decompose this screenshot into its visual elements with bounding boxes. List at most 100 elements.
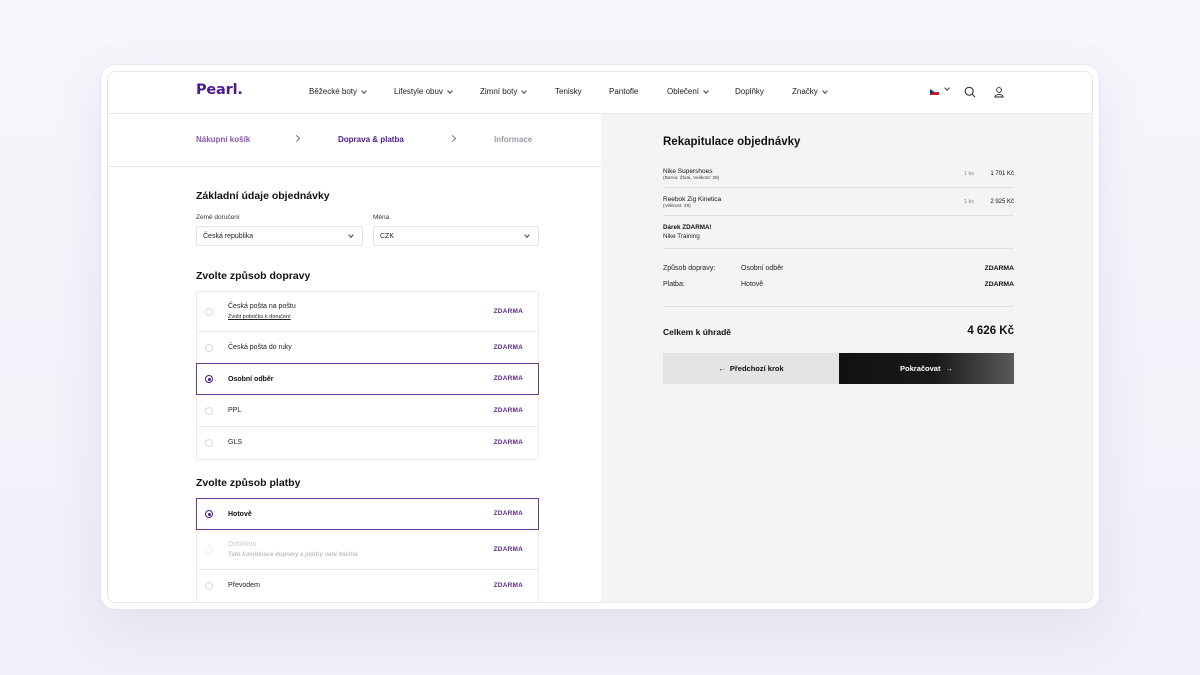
option-label: Převodem: [228, 582, 260, 589]
step-informace: Informace: [494, 135, 533, 144]
item-name: Nike Supershoes: [663, 168, 713, 175]
radio-button[interactable]: [205, 510, 213, 518]
payment-title: Zvolte způsob platby: [196, 477, 301, 489]
nav-item-znacky[interactable]: Značky: [792, 87, 828, 96]
nav-item-label: Oblečení: [667, 87, 700, 96]
option-label: PPL: [228, 407, 242, 414]
radio-button[interactable]: [205, 439, 213, 447]
nav-item-pantofle[interactable]: Pantofle: [609, 87, 638, 96]
payment-summary-price: ZDARMA: [984, 281, 1014, 288]
option-label: Česká pošta do ruky: [228, 344, 292, 351]
continue-label: Pokračovat: [900, 364, 941, 373]
divider: [663, 187, 1014, 188]
radio-button[interactable]: [205, 406, 213, 415]
option-price: ZDARMA: [493, 375, 523, 382]
shipping-summary-value: Osobní odběr: [741, 265, 784, 272]
currency-value: CZK: [380, 233, 394, 240]
shipping-options: Česká pošta na poštu Zvolit pobočku k do…: [196, 291, 539, 460]
item-meta: (Velikost: 39): [663, 204, 691, 209]
radio-button[interactable]: [205, 582, 213, 590]
shipping-option-gls[interactable]: GLS ZDARMA: [197, 427, 538, 459]
option-price: ZDARMA: [493, 307, 523, 315]
nav-item-zimni-boty[interactable]: Zimní boty: [480, 87, 528, 96]
radio-button: [205, 545, 213, 554]
user-icon[interactable]: [993, 86, 1005, 98]
gift-item: Dárek ZDARMA! Nike Training: [663, 224, 1014, 240]
radio-button[interactable]: [205, 375, 213, 383]
shipping-summary-key: Způsob dopravy:: [663, 265, 716, 272]
divider: [663, 306, 1014, 307]
payment-summary-key: Platba:: [663, 281, 685, 288]
checkout-steps: Nákupní košík Doprava & platba Informace: [108, 114, 601, 167]
nav-item-label: Značky: [792, 87, 818, 96]
option-label: Dobírkou: [228, 541, 257, 548]
chevron-down-icon: [524, 232, 530, 238]
order-summary: Rekapitulace objednávky Nike Supershoes …: [601, 114, 1092, 602]
continue-button[interactable]: Pokračovat →: [839, 353, 1014, 384]
option-price: ZDARMA: [493, 439, 523, 446]
arrow-right-icon: →: [945, 364, 953, 373]
nav-item-label: Doplňky: [735, 87, 764, 96]
shipping-option-osobni-odber[interactable]: Osobní odběr ZDARMA: [196, 363, 539, 395]
shipping-summary-price: ZDARMA: [984, 265, 1014, 272]
option-price: ZDARMA: [493, 406, 523, 414]
shipping-option-ceska-posta-do-ruky[interactable]: Česká pošta do ruky ZDARMA: [197, 332, 538, 364]
total-value: 4 626 Kč: [967, 325, 1014, 337]
shipping-option-ceska-posta-na-postu[interactable]: Česká pošta na poštu Zvolit pobočku k do…: [197, 292, 538, 332]
nav-item-doplnky[interactable]: Doplňky: [735, 87, 764, 96]
currency-select[interactable]: CZK: [373, 226, 539, 246]
radio-button[interactable]: [205, 307, 213, 316]
nav-item-obleceni[interactable]: Oblečení: [667, 87, 709, 96]
payment-option-hotove[interactable]: Hotově ZDARMA: [196, 498, 539, 530]
gift-name: Nike Training: [663, 233, 700, 240]
checkout-window: Pearl. Běžecké boty Lifestyle obuv Zimní…: [107, 71, 1093, 603]
country-value: Česká republika: [203, 233, 254, 240]
payment-summary-value: Hotově: [741, 281, 764, 288]
chevron-down-icon: [447, 87, 453, 94]
step-doprava-platba[interactable]: Doprava & platba: [338, 135, 404, 144]
nav-item-lifestyle-obuv[interactable]: Lifestyle obuv: [394, 87, 453, 96]
option-label: GLS: [228, 439, 243, 446]
summary-title: Rekapitulace objednávky: [663, 136, 801, 148]
radio-button[interactable]: [205, 343, 213, 352]
chevron-right-icon: [292, 134, 301, 143]
chevron-down-icon: [821, 87, 828, 94]
cz-flag-icon[interactable]: [930, 89, 939, 95]
currency-label: Měna: [373, 214, 390, 221]
search-icon[interactable]: [964, 86, 976, 98]
summary-item: Nike Supershoes (Barva: Žlutá, Velikost:…: [663, 168, 1014, 181]
option-price: ZDARMA: [493, 343, 523, 351]
nav-item-tenisky[interactable]: Tenisky: [555, 87, 582, 96]
nav-item-bezecke-boty[interactable]: Běžecké boty: [309, 87, 367, 96]
previous-step-button[interactable]: ← Předchozí krok: [663, 353, 839, 384]
item-price: 1 701 Kč: [990, 171, 1014, 177]
item-qty: 1 ks: [963, 199, 974, 205]
site-header: Pearl. Běžecké boty Lifestyle obuv Zimní…: [108, 72, 1092, 114]
chevron-down-icon: [703, 87, 709, 94]
option-label: Hotově: [228, 511, 252, 518]
option-label: Česká pošta na poštu: [228, 303, 296, 310]
chevron-right-icon: [448, 134, 457, 143]
divider: [663, 215, 1014, 216]
choose-branch-link[interactable]: Zvolit pobočku k doručení: [228, 314, 291, 320]
basic-info-title: Základní údaje objednávky: [196, 190, 330, 202]
country-label: Země doručení: [196, 214, 240, 221]
item-qty: 1 ks: [963, 171, 974, 177]
unavailable-note: Tato kombinace dopravy a platby není mož…: [228, 552, 360, 558]
chevron-down-icon: [361, 87, 367, 94]
shipping-title: Zvolte způsob dopravy: [196, 270, 311, 282]
chevron-down-icon: [348, 232, 354, 238]
gift-title: Dárek ZDARMA!: [663, 224, 712, 231]
previous-step-label: Předchozí krok: [729, 364, 784, 373]
option-price: ZDARMA: [493, 545, 523, 553]
divider: [663, 248, 1014, 249]
nav-item-label: Zimní boty: [480, 87, 518, 96]
summary-item: Reebok Zig Kinetica (Velikost: 39) 1 ks …: [663, 196, 1014, 209]
option-price: ZDARMA: [493, 510, 523, 517]
country-select[interactable]: Česká republika: [196, 226, 363, 246]
shipping-option-ppl[interactable]: PPL ZDARMA: [197, 395, 538, 427]
payment-option-prevodem[interactable]: Převodem ZDARMA: [197, 570, 538, 602]
payment-option-dobirkou: Dobírkou Tato kombinace dopravy a platby…: [197, 530, 538, 570]
nav-item-label: Tenisky: [555, 87, 582, 96]
step-nakupni-kosik[interactable]: Nákupní košík: [196, 135, 250, 144]
